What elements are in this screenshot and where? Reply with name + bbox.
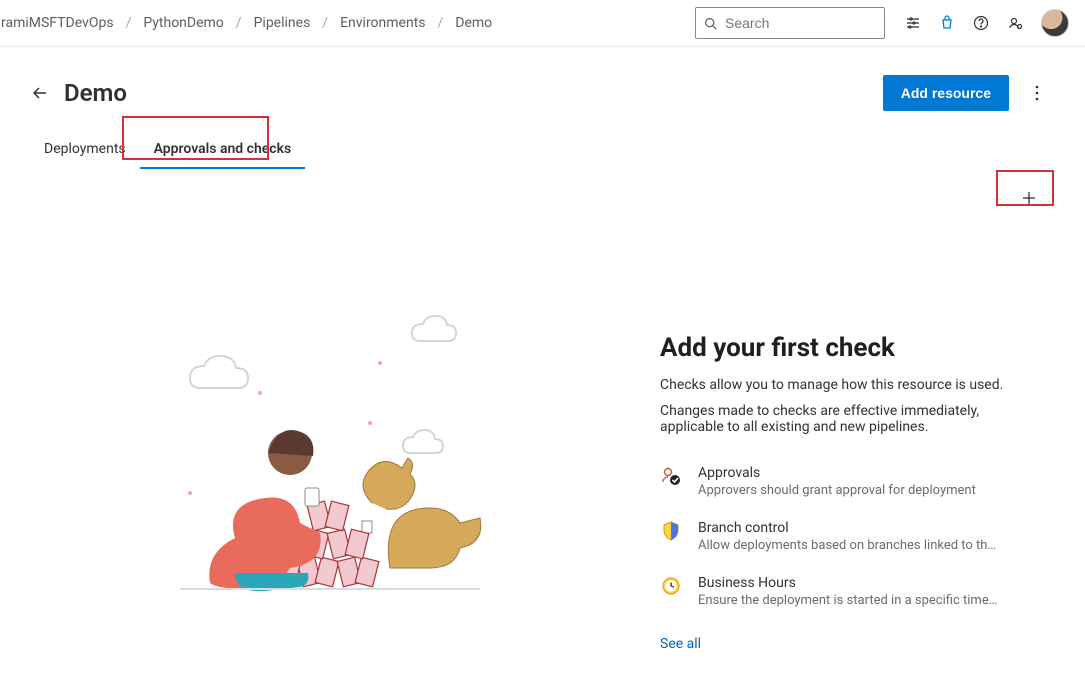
see-all: See all bbox=[660, 636, 1045, 652]
search-icon bbox=[704, 17, 717, 30]
check-approvals[interactable]: Approvals Approvers should grant approva… bbox=[660, 465, 1045, 498]
settings-icon[interactable] bbox=[1007, 15, 1023, 31]
back-icon[interactable] bbox=[30, 83, 50, 103]
breadcrumb-org[interactable]: ramiMSFTDevOps bbox=[1, 15, 114, 31]
check-business-hours[interactable]: Business Hours Ensure the deployment is … bbox=[660, 575, 1045, 608]
breadcrumb-environments[interactable]: Environments bbox=[340, 15, 425, 31]
search-input[interactable] bbox=[723, 14, 908, 32]
clock-icon bbox=[660, 575, 682, 597]
empty-illustration bbox=[40, 273, 660, 652]
check-branch-control[interactable]: Branch control Allow deployments based o… bbox=[660, 520, 1045, 553]
breadcrumb-project[interactable]: PythonDemo bbox=[143, 15, 223, 31]
command-bar bbox=[0, 169, 1085, 213]
check-list: Approvals Approvers should grant approva… bbox=[660, 465, 1045, 608]
tab-deployments[interactable]: Deployments bbox=[30, 135, 140, 169]
see-all-link[interactable]: See all bbox=[660, 636, 701, 652]
topbar-icons bbox=[905, 9, 1069, 37]
top-bar: ramiMSFTDevOps/ PythonDemo/ Pipelines/ E… bbox=[0, 0, 1085, 47]
empty-desc-1: Checks allow you to manage how this reso… bbox=[660, 377, 1045, 393]
check-subtitle: Ensure the deployment is started in a sp… bbox=[698, 593, 998, 608]
page-header: Demo Add resource bbox=[0, 47, 1085, 121]
more-actions-button[interactable] bbox=[1019, 75, 1055, 111]
check-title: Approvals bbox=[698, 465, 976, 481]
check-subtitle: Allow deployments based on branches link… bbox=[698, 538, 998, 553]
approvals-icon bbox=[660, 465, 682, 487]
breadcrumb-environment[interactable]: Demo bbox=[455, 15, 492, 31]
search-box[interactable] bbox=[695, 7, 885, 39]
shield-icon bbox=[660, 520, 682, 542]
filter-icon[interactable] bbox=[905, 15, 921, 31]
empty-desc-2: Changes made to checks are effective imm… bbox=[660, 403, 1045, 435]
page-title: Demo bbox=[64, 79, 883, 107]
tab-approvals-and-checks[interactable]: Approvals and checks bbox=[140, 135, 306, 169]
avatar[interactable] bbox=[1041, 9, 1069, 37]
breadcrumb: ramiMSFTDevOps/ PythonDemo/ Pipelines/ E… bbox=[0, 15, 695, 31]
marketplace-icon[interactable] bbox=[939, 15, 955, 31]
empty-title: Add your first check bbox=[660, 333, 1045, 363]
check-title: Business Hours bbox=[698, 575, 998, 591]
check-subtitle: Approvers should grant approval for depl… bbox=[698, 483, 976, 498]
breadcrumb-pipelines[interactable]: Pipelines bbox=[254, 15, 311, 31]
add-check-button[interactable] bbox=[1011, 183, 1047, 213]
tabs: Deployments Approvals and checks bbox=[0, 121, 1085, 169]
help-icon[interactable] bbox=[973, 15, 989, 31]
empty-info: Add your first check Checks allow you to… bbox=[660, 273, 1045, 652]
check-title: Branch control bbox=[698, 520, 998, 536]
empty-state: Add your first check Checks allow you to… bbox=[0, 213, 1085, 652]
add-resource-button[interactable]: Add resource bbox=[883, 75, 1009, 111]
